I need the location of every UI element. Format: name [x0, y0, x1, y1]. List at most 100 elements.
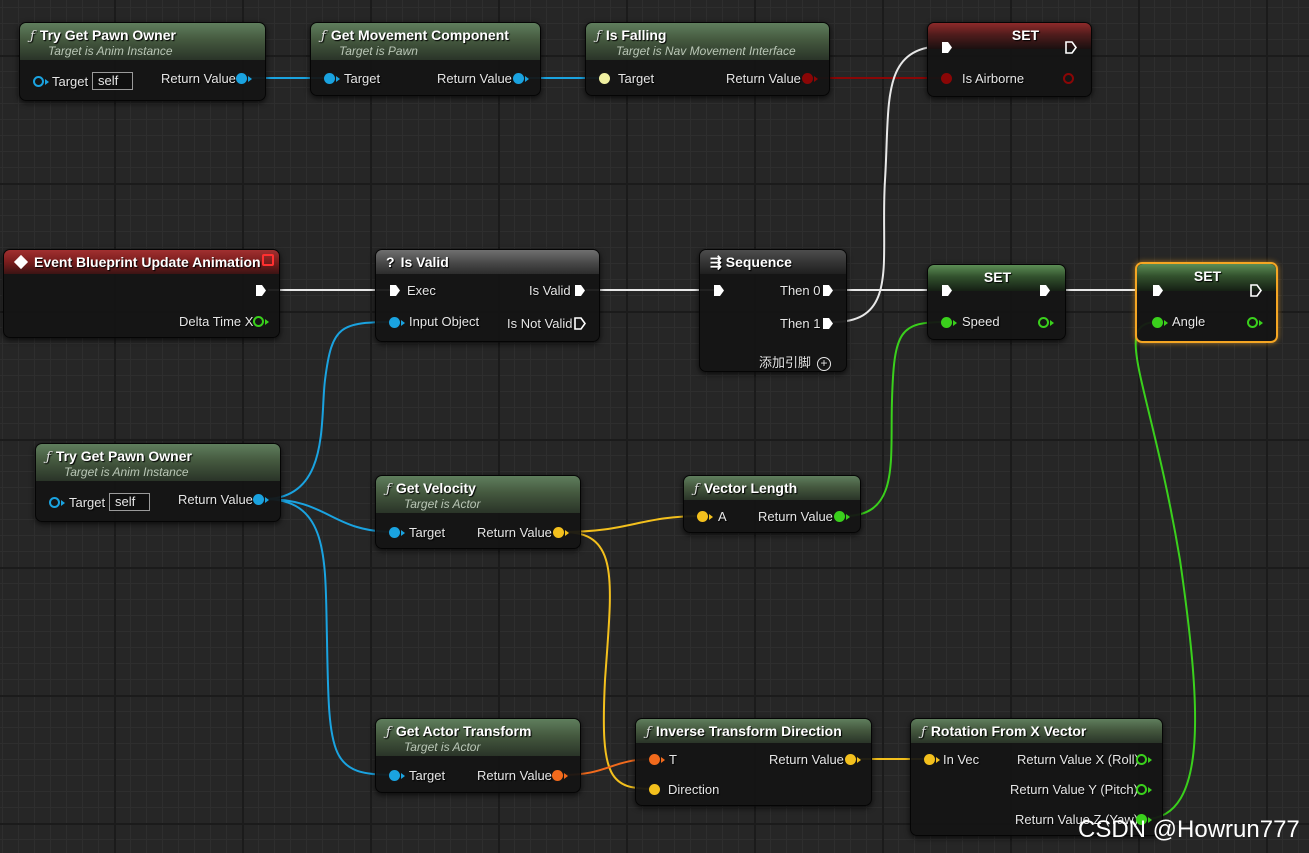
- node-set-is-airborne[interactable]: SET Is Airborne: [927, 22, 1092, 97]
- function-icon: ƒ: [596, 29, 601, 44]
- exec-out-pin[interactable]: [255, 284, 267, 297]
- direction-label: Direction: [668, 782, 720, 797]
- input-object-label: Input Object: [409, 314, 480, 329]
- input-object-pin[interactable]: [389, 317, 400, 328]
- node-sequence[interactable]: ⇶ Sequence Then 0 Then 1 添加引脚 +: [699, 249, 847, 372]
- target-pin[interactable]: [49, 497, 60, 508]
- roll-pin[interactable]: [1136, 754, 1147, 765]
- node-title: Inverse Transform Direction: [655, 723, 842, 739]
- delegate-pin-icon[interactable]: [262, 254, 274, 266]
- target-label: Target: [69, 495, 106, 510]
- function-icon: ƒ: [386, 482, 391, 497]
- target-pin[interactable]: [33, 76, 44, 87]
- exec-out-pin[interactable]: [1065, 41, 1077, 54]
- a-pin[interactable]: [697, 511, 708, 522]
- pin-arrow-icon: [248, 76, 252, 82]
- target-label: Target: [618, 71, 655, 86]
- pin-arrow-icon: [336, 76, 340, 82]
- add-pin-button[interactable]: 添加引脚 +: [759, 352, 832, 371]
- exec-out-pin[interactable]: [1039, 284, 1051, 297]
- node-subtitle: Target is Anim Instance: [48, 44, 173, 58]
- node-title: SET: [1193, 268, 1222, 284]
- pin-arrow-icon: [857, 757, 861, 763]
- add-pin-icon: +: [817, 357, 832, 371]
- is-valid-exec-pin[interactable]: [574, 284, 586, 297]
- t-pin[interactable]: [649, 754, 660, 765]
- pin-arrow-icon: [936, 757, 940, 763]
- angle-in-pin[interactable]: [1152, 317, 1163, 328]
- a-label: A: [718, 509, 727, 524]
- target-self-field[interactable]: self: [92, 72, 133, 90]
- pin-arrow-icon: [1164, 320, 1168, 326]
- node-get-velocity[interactable]: ƒ Get Velocity Target is Actor Target Ret…: [375, 475, 581, 549]
- return-value-label: Return Value: [161, 71, 236, 86]
- then-1-exec-pin[interactable]: [822, 317, 834, 330]
- return-value-pin[interactable]: [553, 527, 564, 538]
- wire-velocity-to-vectorlength: [562, 515, 703, 533]
- pin-arrow-icon: [265, 497, 269, 503]
- return-value-pin[interactable]: [513, 73, 524, 84]
- is-valid-icon: ?: [386, 254, 395, 270]
- function-icon: ƒ: [921, 725, 926, 740]
- node-set-angle[interactable]: SET Angle: [1135, 262, 1278, 343]
- node-get-movement-component[interactable]: ƒ Get Movement Component Target is Pawn T…: [310, 22, 541, 96]
- target-pin[interactable]: [389, 770, 400, 781]
- pin-arrow-icon: [45, 79, 49, 85]
- node-try-get-pawn-owner-mid[interactable]: ƒ Try Get Pawn Owner Target is Anim Insta…: [35, 443, 281, 522]
- return-value-label: Return Value: [758, 509, 833, 524]
- target-label: Target: [409, 768, 446, 783]
- node-event-blueprint-update-animation[interactable]: Event Blueprint Update Animation Delta T…: [3, 249, 280, 338]
- pin-arrow-icon: [1259, 320, 1263, 326]
- pitch-pin[interactable]: [1136, 784, 1147, 795]
- angle-out-pin[interactable]: [1247, 317, 1258, 328]
- node-vector-length[interactable]: ƒ Vector Length A Return Value: [683, 475, 861, 533]
- pin-arrow-icon: [814, 76, 818, 82]
- exec-in-pin[interactable]: [713, 284, 725, 297]
- node-is-valid[interactable]: ? Is Valid Exec Is Valid Input Object Is …: [375, 249, 600, 342]
- node-subtitle: Target is Actor: [404, 740, 481, 754]
- exec-out-pin[interactable]: [1250, 284, 1262, 297]
- wire-pawn-to-isvalid: [263, 321, 396, 500]
- exec-in-pin[interactable]: [1152, 284, 1164, 297]
- is-airborne-out-pin[interactable]: [1063, 73, 1074, 84]
- node-title: Is Valid: [400, 254, 449, 270]
- speed-out-pin[interactable]: [1038, 317, 1049, 328]
- target-self-field[interactable]: self: [109, 493, 150, 511]
- return-value-pin[interactable]: [552, 770, 563, 781]
- node-is-falling[interactable]: ƒ Is Falling Target is Nav Movement Inter…: [585, 22, 830, 96]
- exec-in-pin[interactable]: [941, 284, 953, 297]
- node-set-speed[interactable]: SET Speed: [927, 264, 1066, 340]
- pitch-label: Return Value Y (Pitch): [1010, 782, 1138, 797]
- pin-arrow-icon: [265, 319, 269, 325]
- node-inverse-transform-direction[interactable]: ƒ Inverse Transform Direction T Return Va…: [635, 718, 872, 806]
- node-title: Is Falling: [605, 27, 667, 43]
- function-icon: ƒ: [386, 725, 391, 740]
- is-airborne-label: Is Airborne: [962, 71, 1025, 86]
- function-icon: ƒ: [46, 450, 51, 465]
- return-value-label: Return Value: [178, 492, 253, 507]
- in-vec-pin[interactable]: [924, 754, 935, 765]
- node-title: SET: [1011, 27, 1040, 43]
- return-value-pin[interactable]: [845, 754, 856, 765]
- return-value-pin[interactable]: [834, 511, 845, 522]
- return-value-pin[interactable]: [253, 494, 264, 505]
- is-not-valid-exec-pin[interactable]: [574, 317, 586, 330]
- return-value-label: Return Value: [477, 525, 552, 540]
- exec-in-pin[interactable]: [941, 41, 953, 54]
- target-pin[interactable]: [389, 527, 400, 538]
- exec-in-pin[interactable]: [389, 284, 401, 297]
- then-0-exec-pin[interactable]: [822, 284, 834, 297]
- then-1-label: Then 1: [780, 316, 821, 331]
- node-get-actor-transform[interactable]: ƒ Get Actor Transform Target is Actor Tar…: [375, 718, 581, 793]
- return-value-pin[interactable]: [236, 73, 247, 84]
- speed-in-pin[interactable]: [941, 317, 952, 328]
- delta-time-pin[interactable]: [253, 316, 264, 327]
- direction-pin[interactable]: [649, 784, 660, 795]
- target-pin[interactable]: [324, 73, 335, 84]
- is-airborne-in-pin[interactable]: [941, 73, 952, 84]
- return-value-pin[interactable]: [802, 73, 813, 84]
- speed-label: Speed: [962, 314, 1000, 329]
- node-try-get-pawn-owner-top[interactable]: ƒ Try Get Pawn Owner Target is Anim Insta…: [19, 22, 266, 101]
- node-title: Get Actor Transform: [395, 723, 532, 739]
- target-pin[interactable]: [599, 73, 610, 84]
